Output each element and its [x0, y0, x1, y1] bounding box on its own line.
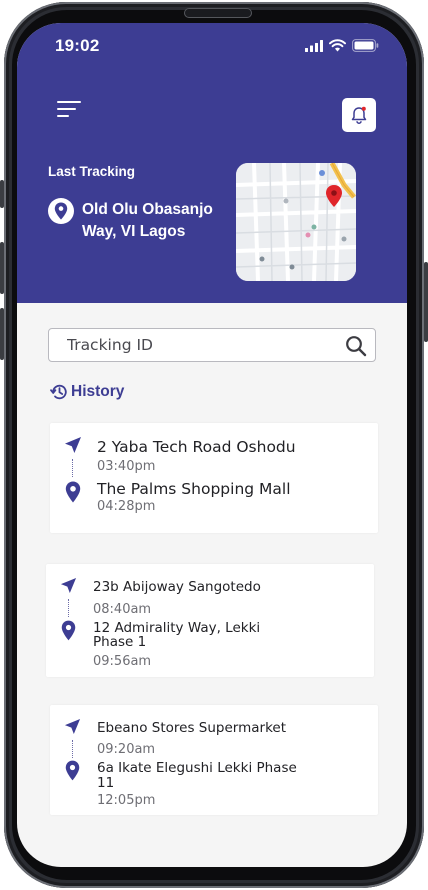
- route-connector: [72, 459, 73, 477]
- route-connector: [68, 599, 69, 617]
- dropoff-address: The Palms Shopping Mall: [97, 480, 291, 498]
- menu-button[interactable]: [57, 101, 83, 121]
- send-icon: [65, 437, 81, 453]
- pickup-time: 03:40pm: [97, 459, 156, 474]
- dropoff-time: 04:28pm: [97, 499, 156, 514]
- history-card[interactable]: 2 Yaba Tech Road Oshodu 03:40pm The Palm…: [50, 423, 378, 533]
- history-card[interactable]: Ebeano Stores Supermarket 09:20am 6a Ika…: [50, 705, 378, 815]
- history-link[interactable]: History: [50, 383, 124, 401]
- wifi-icon: [329, 39, 346, 52]
- send-icon: [64, 718, 81, 735]
- dropoff-address-line-2: Phase 1: [93, 634, 147, 650]
- last-tracking-label: Last Tracking: [48, 164, 136, 179]
- menu-icon-line: [57, 115, 69, 117]
- route-connector: [72, 740, 73, 758]
- side-button-volume-up: [0, 242, 4, 294]
- header: 19:02 Last Tracking Old Olu Obasanjo Way…: [17, 23, 407, 303]
- app-screen: 19:02 Last Tracking Old Olu Obasanjo Way…: [17, 23, 407, 867]
- location-line-1: Old Olu Obasanjo: [82, 201, 213, 218]
- location-badge: [48, 198, 74, 224]
- earpiece: [184, 8, 252, 18]
- location-line-2: Way, VI Lagos: [82, 223, 186, 240]
- side-button-power: [424, 262, 428, 342]
- history-label: History: [71, 383, 125, 400]
- history-icon: [50, 384, 67, 400]
- status-time: 19:02: [55, 36, 100, 55]
- side-button-volume-down: [0, 308, 4, 360]
- tracking-id-input[interactable]: [67, 334, 337, 356]
- tracking-search-box: [48, 328, 376, 362]
- menu-icon-line: [57, 108, 76, 110]
- last-tracking-location: Old Olu Obasanjo Way, VI Lagos: [82, 199, 232, 243]
- bell-icon: [351, 106, 367, 124]
- history-card[interactable]: 23b Abijoway Sangotedo 08:40am 12 Admira…: [46, 564, 374, 677]
- status-icons: [305, 39, 379, 52]
- location-pin-icon: [61, 620, 76, 641]
- pickup-address: 23b Abijoway Sangotedo: [93, 579, 261, 595]
- dropoff-address-line-1: 6a Ikate Elegushi Lekki Phase: [97, 760, 297, 776]
- location-pin-icon: [54, 202, 68, 220]
- dropoff-time: 09:56am: [93, 654, 152, 669]
- send-icon: [60, 577, 77, 594]
- location-pin-icon: [65, 760, 80, 781]
- location-pin-icon: [65, 481, 81, 503]
- pickup-address: Ebeano Stores Supermarket: [97, 720, 287, 736]
- battery-icon: [352, 39, 379, 52]
- pickup-address: 2 Yaba Tech Road Oshodu: [97, 438, 296, 456]
- dropoff-time: 12:05pm: [97, 793, 156, 808]
- pickup-time: 09:20am: [97, 742, 156, 757]
- menu-icon-line: [57, 101, 81, 103]
- map-image: [236, 163, 356, 281]
- dropoff-address-line-2: 11: [97, 775, 115, 791]
- pickup-time: 08:40am: [93, 602, 152, 617]
- notification-button[interactable]: [342, 98, 376, 132]
- side-button-mute: [0, 180, 4, 208]
- signal-icon: [305, 39, 323, 52]
- search-icon[interactable]: [345, 335, 367, 357]
- map-thumbnail[interactable]: [236, 163, 356, 281]
